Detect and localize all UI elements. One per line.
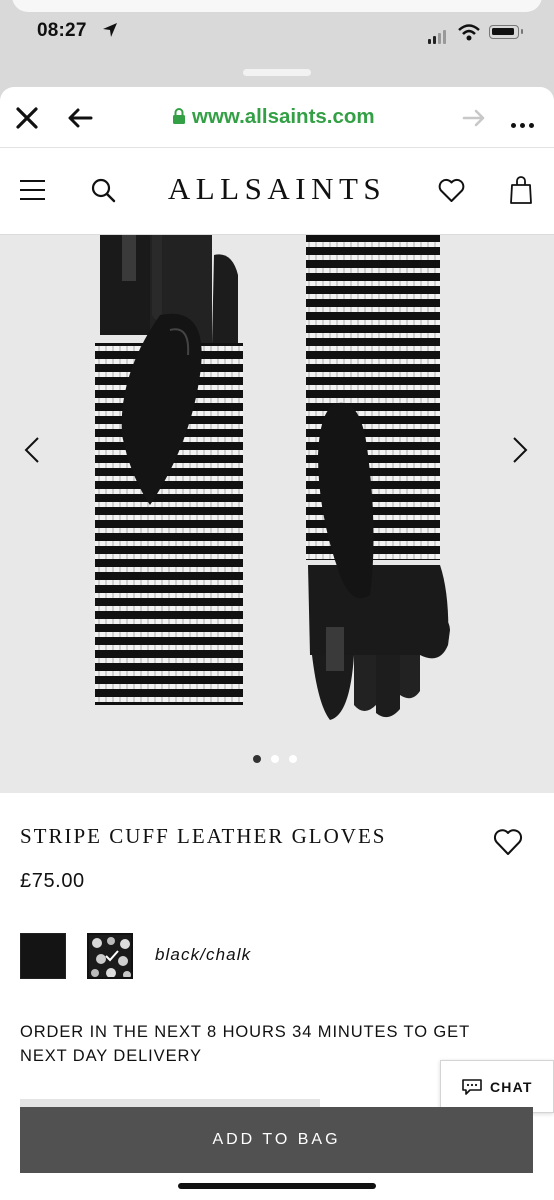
gallery-dot[interactable] <box>289 755 297 763</box>
chat-label: CHAT <box>490 1079 533 1095</box>
colour-swatch-black[interactable] <box>20 933 66 979</box>
chat-button[interactable]: CHAT <box>440 1060 554 1113</box>
signal-icon <box>428 26 448 44</box>
site-header: ALLSAINTS <box>0 148 554 235</box>
browser-sheet: www.allsaints.com ALLSAINTS STRIPE CUFF … <box>0 87 554 1200</box>
battery-icon <box>489 25 523 39</box>
heart-icon[interactable] <box>438 178 465 203</box>
forward-arrow-icon[interactable] <box>462 108 486 128</box>
back-arrow-icon[interactable] <box>67 107 93 129</box>
chevron-right-icon[interactable] <box>510 435 530 465</box>
sheet-grabber[interactable] <box>243 69 311 76</box>
gallery-dot[interactable] <box>253 755 261 763</box>
location-icon <box>103 23 117 37</box>
gallery-dot[interactable] <box>271 755 279 763</box>
lock-icon <box>173 108 185 124</box>
more-icon[interactable] <box>511 115 538 133</box>
top-pill <box>12 0 542 12</box>
colour-name: black/chalk <box>155 945 252 964</box>
browser-toolbar: www.allsaints.com <box>0 87 554 148</box>
site-logo[interactable]: ALLSAINTS <box>0 171 554 207</box>
check-icon <box>105 950 119 962</box>
product-title: STRIPE CUFF LEATHER GLOVES <box>20 824 387 848</box>
gallery-pagination[interactable] <box>253 750 307 768</box>
url-text[interactable]: www.allsaints.com <box>192 105 375 129</box>
heart-icon[interactable] <box>493 828 523 856</box>
colour-swatch-black-chalk[interactable] <box>87 933 133 979</box>
close-icon[interactable] <box>15 106 39 130</box>
bag-icon[interactable] <box>510 176 532 204</box>
chevron-left-icon[interactable] <box>22 435 42 465</box>
home-indicator[interactable] <box>178 1183 376 1189</box>
add-to-bag-button[interactable]: ADD TO BAG <box>20 1107 533 1173</box>
delivery-message: ORDER IN THE NEXT 8 HOURS 34 MINUTES TO … <box>20 1023 470 1065</box>
wifi-icon <box>458 24 480 41</box>
product-price: £75.00 <box>20 870 85 892</box>
product-gallery[interactable] <box>0 235 554 793</box>
chat-icon <box>462 1079 482 1095</box>
status-time: 08:27 <box>37 20 87 41</box>
product-image <box>95 235 450 720</box>
status-bar: 08:27 <box>0 12 554 52</box>
